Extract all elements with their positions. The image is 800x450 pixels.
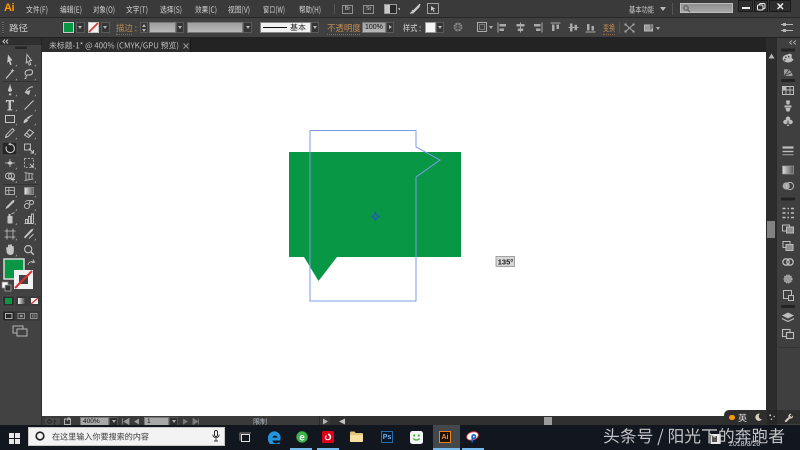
svg-text:135°: 135°	[498, 257, 514, 266]
svg-text:e: e	[299, 432, 305, 443]
